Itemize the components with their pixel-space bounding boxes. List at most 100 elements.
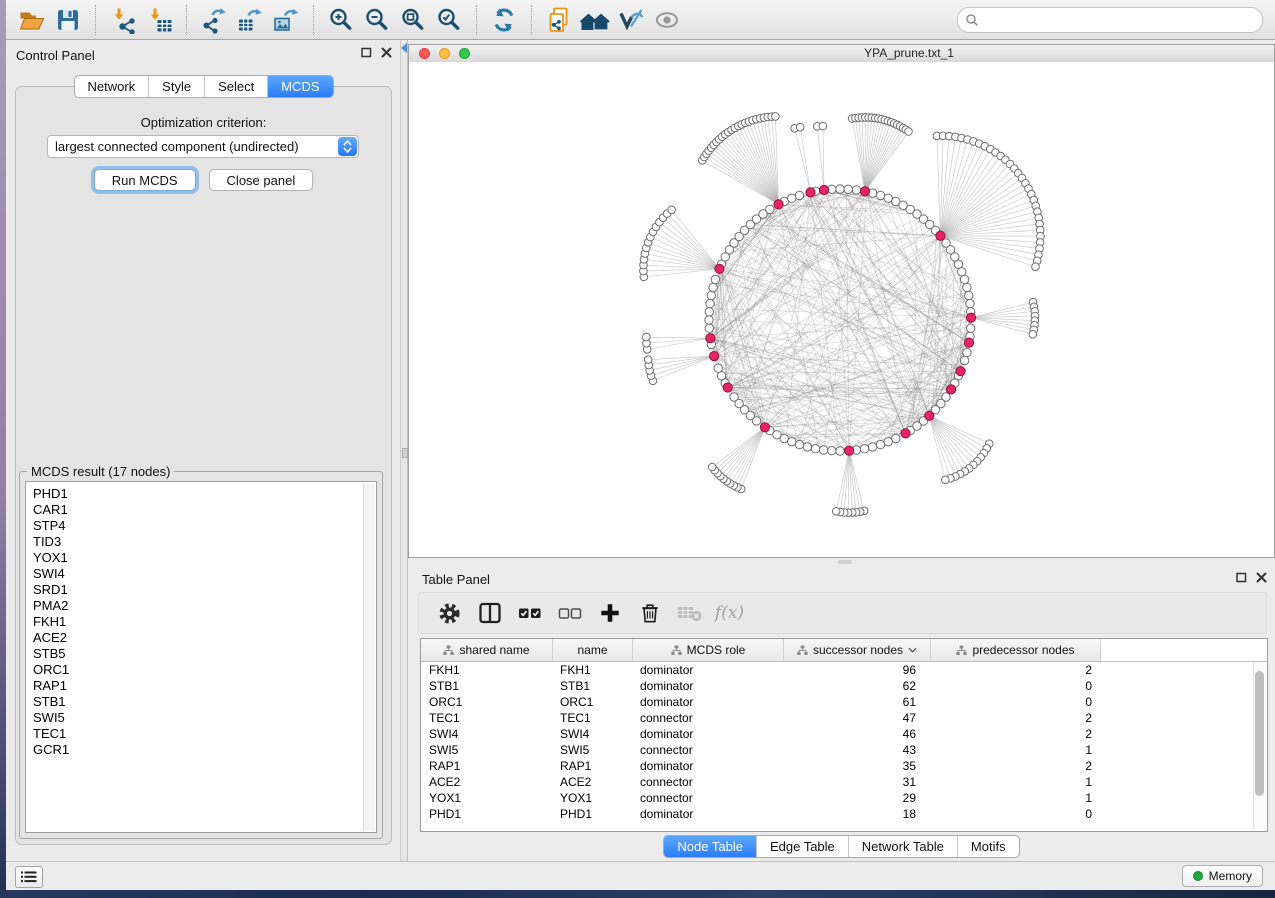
graph-hub-node[interactable] xyxy=(956,367,965,376)
save-icon[interactable] xyxy=(50,4,86,36)
mcds-result-item[interactable]: SWI5 xyxy=(33,710,376,726)
new-network-from-selection-icon[interactable] xyxy=(541,4,577,36)
task-history-button[interactable] xyxy=(15,866,43,888)
horizontal-splitter-handle[interactable] xyxy=(838,560,852,564)
tab-network[interactable]: Network xyxy=(74,76,148,97)
mcds-result-list[interactable]: PHD1CAR1STP4TID3YOX1SWI4SRD1PMA2FKH1ACE2… xyxy=(25,481,377,833)
search-box[interactable] xyxy=(957,7,1263,33)
column-header-shared-name[interactable]: shared name xyxy=(421,639,553,661)
column-header-MCDS-role[interactable]: MCDS role xyxy=(633,639,784,661)
mcds-result-item[interactable]: ACE2 xyxy=(33,630,376,646)
graph-node[interactable] xyxy=(714,364,722,372)
table-row[interactable]: SWI4SWI4dominator462 xyxy=(421,726,1267,742)
column-header-name[interactable]: name xyxy=(553,639,633,661)
close-panel-icon[interactable] xyxy=(1256,572,1267,583)
refresh-layout-icon[interactable] xyxy=(486,4,522,36)
memory-button[interactable]: Memory xyxy=(1182,865,1263,887)
table-row[interactable]: SWI5SWI5connector431 xyxy=(421,742,1267,758)
table-row[interactable]: PHD1PHD1dominator180 xyxy=(421,806,1267,822)
vertical-splitter[interactable] xyxy=(400,40,408,862)
graph-node[interactable] xyxy=(711,275,719,283)
mcds-result-scrollbar[interactable] xyxy=(363,483,375,831)
graph-node[interactable] xyxy=(836,447,844,455)
graph-node[interactable] xyxy=(707,291,715,299)
minimize-window-icon[interactable] xyxy=(439,48,450,59)
graph-hub-node[interactable] xyxy=(706,334,715,343)
graph-node[interactable] xyxy=(709,283,717,291)
graph-satellite-node[interactable] xyxy=(1029,331,1037,339)
table-tab-motifs[interactable]: Motifs xyxy=(957,836,1019,857)
graph-hub-node[interactable] xyxy=(947,385,956,394)
table-scrollbar[interactable] xyxy=(1253,662,1266,830)
graph-node[interactable] xyxy=(960,356,968,364)
table-row[interactable]: STB1STB1dominator620 xyxy=(421,678,1267,694)
graph-hub-node[interactable] xyxy=(723,383,732,392)
deselect-all-icon[interactable] xyxy=(556,600,583,626)
graph-node[interactable] xyxy=(828,447,836,455)
close-window-icon[interactable] xyxy=(419,48,430,59)
delete-icon[interactable] xyxy=(636,600,663,626)
zoom-selected-icon[interactable] xyxy=(431,4,467,36)
graph-hub-node[interactable] xyxy=(964,338,973,347)
table-row[interactable]: ACE2ACE2connector311 xyxy=(421,774,1267,790)
hide-selection-icon[interactable] xyxy=(613,4,649,36)
splitter-collapse-arrow-icon[interactable] xyxy=(401,43,407,53)
table-row[interactable]: TEC1TEC1connector472 xyxy=(421,710,1267,726)
table-row[interactable]: RAP1RAP1dominator352 xyxy=(421,758,1267,774)
graph-hub-node[interactable] xyxy=(715,264,724,273)
graph-hub-node[interactable] xyxy=(774,200,783,209)
graph-node[interactable] xyxy=(960,275,968,283)
select-all-icon[interactable] xyxy=(516,600,543,626)
graph-node[interactable] xyxy=(884,438,892,446)
search-input[interactable] xyxy=(979,12,1255,28)
mcds-result-item[interactable]: ORC1 xyxy=(33,662,376,678)
graph-hub-node[interactable] xyxy=(925,411,934,420)
graph-satellite-node[interactable] xyxy=(832,508,840,516)
graph-node[interactable] xyxy=(705,316,713,324)
zoom-in-icon[interactable] xyxy=(323,4,359,36)
graph-node[interactable] xyxy=(795,191,803,199)
graph-satellite-node[interactable] xyxy=(796,123,804,131)
maximize-window-icon[interactable] xyxy=(459,48,470,59)
delete-column-icon[interactable] xyxy=(676,600,703,626)
graph-node[interactable] xyxy=(844,185,852,193)
mcds-result-item[interactable]: RAP1 xyxy=(33,678,376,694)
graph-node[interactable] xyxy=(730,393,738,401)
table-tab-node-table[interactable]: Node Table xyxy=(664,836,756,857)
close-panel-icon[interactable] xyxy=(381,47,392,58)
graph-hub-node[interactable] xyxy=(966,313,975,322)
graph-node[interactable] xyxy=(803,443,811,451)
mcds-result-item[interactable]: FKH1 xyxy=(33,614,376,630)
graph-hub-node[interactable] xyxy=(901,429,910,438)
graph-hub-node[interactable] xyxy=(710,352,719,361)
graph-hub-node[interactable] xyxy=(806,188,815,197)
graph-node[interactable] xyxy=(876,440,884,448)
show-all-icon[interactable] xyxy=(649,4,685,36)
zoom-out-icon[interactable] xyxy=(359,4,395,36)
graph-node[interactable] xyxy=(811,445,819,453)
mcds-result-item[interactable]: TID3 xyxy=(33,534,376,550)
graph-satellite-node[interactable] xyxy=(819,122,827,130)
graph-hub-node[interactable] xyxy=(936,231,945,240)
graph-node[interactable] xyxy=(705,308,713,316)
mcds-result-item[interactable]: GCR1 xyxy=(33,742,376,758)
graph-node[interactable] xyxy=(705,324,713,332)
graph-hub-node[interactable] xyxy=(819,185,828,194)
graph-node[interactable] xyxy=(852,186,860,194)
horizontal-splitter[interactable] xyxy=(408,558,1275,565)
graph-node[interactable] xyxy=(860,445,868,453)
graph-node[interactable] xyxy=(819,446,827,454)
graph-satellite-node[interactable] xyxy=(1032,263,1040,271)
criterion-dropdown[interactable]: largest connected component (undirected) xyxy=(47,135,359,158)
network-view-titlebar[interactable]: YPA_prune.txt_1 xyxy=(409,45,1274,63)
function-builder-icon[interactable]: f(x) xyxy=(716,600,743,626)
graph-satellite-node[interactable] xyxy=(772,113,780,121)
graph-satellite-node[interactable] xyxy=(643,333,651,341)
graph-node[interactable] xyxy=(963,348,971,356)
import-table-icon[interactable] xyxy=(141,4,177,36)
float-panel-icon[interactable] xyxy=(1236,572,1247,583)
export-image-icon[interactable] xyxy=(268,4,304,36)
table-tab-edge-table[interactable]: Edge Table xyxy=(756,836,848,857)
network-canvas[interactable] xyxy=(409,62,1274,557)
graph-node[interactable] xyxy=(967,324,975,332)
